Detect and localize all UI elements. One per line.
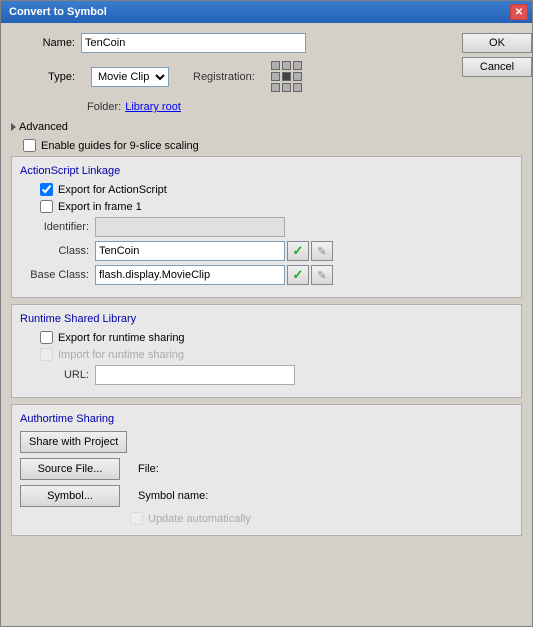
export-runtime-checkbox[interactable] xyxy=(40,331,53,344)
export-runtime-label: Export for runtime sharing xyxy=(58,332,185,344)
name-row: Name: OK Cancel xyxy=(11,33,522,53)
reg-dot-tr[interactable] xyxy=(293,61,302,70)
actionscript-section: ActionScript Linkage Export for ActionSc… xyxy=(11,156,522,298)
ok-button[interactable]: OK xyxy=(462,33,532,53)
identifier-row: Identifier: xyxy=(20,217,513,237)
folder-label: Folder: xyxy=(87,101,121,113)
class-input[interactable] xyxy=(95,241,285,261)
guides-label: Enable guides for 9-slice scaling xyxy=(41,140,199,152)
registration-grid[interactable] xyxy=(271,61,303,93)
share-project-button[interactable]: Share with Project xyxy=(20,431,127,453)
guides-checkbox[interactable] xyxy=(23,139,36,152)
base-class-check-button[interactable]: ✓ xyxy=(287,265,309,285)
actionscript-title: ActionScript Linkage xyxy=(20,165,513,177)
base-class-checkmark-icon: ✓ xyxy=(293,267,304,283)
export-frame-row: Export in frame 1 xyxy=(20,200,513,213)
identifier-input[interactable] xyxy=(95,217,285,237)
runtime-section: Runtime Shared Library Export for runtim… xyxy=(11,304,522,398)
reg-dot-mc[interactable] xyxy=(282,72,291,81)
type-row: Type: Movie Clip Button Graphic Registra… xyxy=(11,61,522,93)
export-frame-label: Export in frame 1 xyxy=(58,201,142,213)
reg-dot-br[interactable] xyxy=(293,83,302,92)
update-auto-label: Update automatically xyxy=(148,513,251,525)
export-frame-checkbox[interactable] xyxy=(40,200,53,213)
symbol-row: Symbol... Symbol name: xyxy=(20,485,513,507)
reg-dot-tl[interactable] xyxy=(271,61,280,70)
name-input[interactable] xyxy=(81,33,306,53)
url-input[interactable] xyxy=(95,365,295,385)
source-file-row: Source File... File: xyxy=(20,458,513,480)
export-as-label: Export for ActionScript xyxy=(58,184,167,196)
window-title: Convert to Symbol xyxy=(9,6,107,18)
cancel-button[interactable]: Cancel xyxy=(462,57,532,77)
type-label: Type: xyxy=(11,71,81,83)
reg-dot-ml[interactable] xyxy=(271,72,280,81)
folder-value[interactable]: Library root xyxy=(125,101,181,113)
registration-label: Registration: xyxy=(193,71,255,83)
class-pencil-icon: ✎ xyxy=(317,245,326,258)
url-label: URL: xyxy=(20,369,95,381)
reg-dot-mr[interactable] xyxy=(293,72,302,81)
guides-row: Enable guides for 9-slice scaling xyxy=(23,139,522,152)
authortime-section: Authortime Sharing Share with Project So… xyxy=(11,404,522,536)
reg-dot-tc[interactable] xyxy=(282,61,291,70)
class-pencil-button[interactable]: ✎ xyxy=(311,241,333,261)
url-row: URL: xyxy=(20,365,513,385)
authortime-title: Authortime Sharing xyxy=(20,413,513,425)
source-file-button[interactable]: Source File... xyxy=(20,458,120,480)
update-auto-row: Update automatically xyxy=(130,512,513,525)
convert-to-symbol-dialog: Convert to Symbol ✕ Name: OK Cancel Type… xyxy=(0,0,533,627)
class-check-button[interactable]: ✓ xyxy=(287,241,309,261)
export-as-row: Export for ActionScript xyxy=(20,183,513,196)
reg-dot-bc[interactable] xyxy=(282,83,291,92)
file-label: File: xyxy=(138,463,159,475)
symbol-name-label: Symbol name: xyxy=(138,490,208,502)
advanced-label: Advanced xyxy=(19,121,68,133)
import-runtime-row: Import for runtime sharing xyxy=(20,348,513,361)
folder-row: Folder: Library root xyxy=(87,101,522,113)
type-select[interactable]: Movie Clip Button Graphic xyxy=(91,67,169,87)
export-runtime-row: Export for runtime sharing xyxy=(20,331,513,344)
identifier-label: Identifier: xyxy=(20,221,95,233)
update-auto-checkbox[interactable] xyxy=(130,512,143,525)
class-label: Class: xyxy=(20,245,95,257)
reg-dot-bl[interactable] xyxy=(271,83,280,92)
dialog-content: Name: OK Cancel Type: Movie Clip Button … xyxy=(1,23,532,626)
base-class-pencil-icon: ✎ xyxy=(317,269,326,282)
advanced-toggle[interactable]: Advanced xyxy=(11,121,522,133)
advanced-triangle-icon xyxy=(11,123,16,131)
name-label: Name: xyxy=(11,37,81,49)
class-checkmark-icon: ✓ xyxy=(293,243,304,259)
import-runtime-label: Import for runtime sharing xyxy=(58,349,184,361)
symbol-button[interactable]: Symbol... xyxy=(20,485,120,507)
runtime-title: Runtime Shared Library xyxy=(20,313,513,325)
base-class-row: Base Class: ✓ ✎ xyxy=(20,265,513,285)
advanced-section: Advanced Enable guides for 9-slice scali… xyxy=(11,121,522,542)
class-row: Class: ✓ ✎ xyxy=(20,241,513,261)
import-runtime-checkbox[interactable] xyxy=(40,348,53,361)
close-button[interactable]: ✕ xyxy=(510,4,528,20)
title-bar: Convert to Symbol ✕ xyxy=(1,1,532,23)
share-project-row: Share with Project xyxy=(20,431,513,453)
base-class-pencil-button[interactable]: ✎ xyxy=(311,265,333,285)
base-class-input[interactable] xyxy=(95,265,285,285)
base-class-label: Base Class: xyxy=(20,269,95,281)
export-as-checkbox[interactable] xyxy=(40,183,53,196)
